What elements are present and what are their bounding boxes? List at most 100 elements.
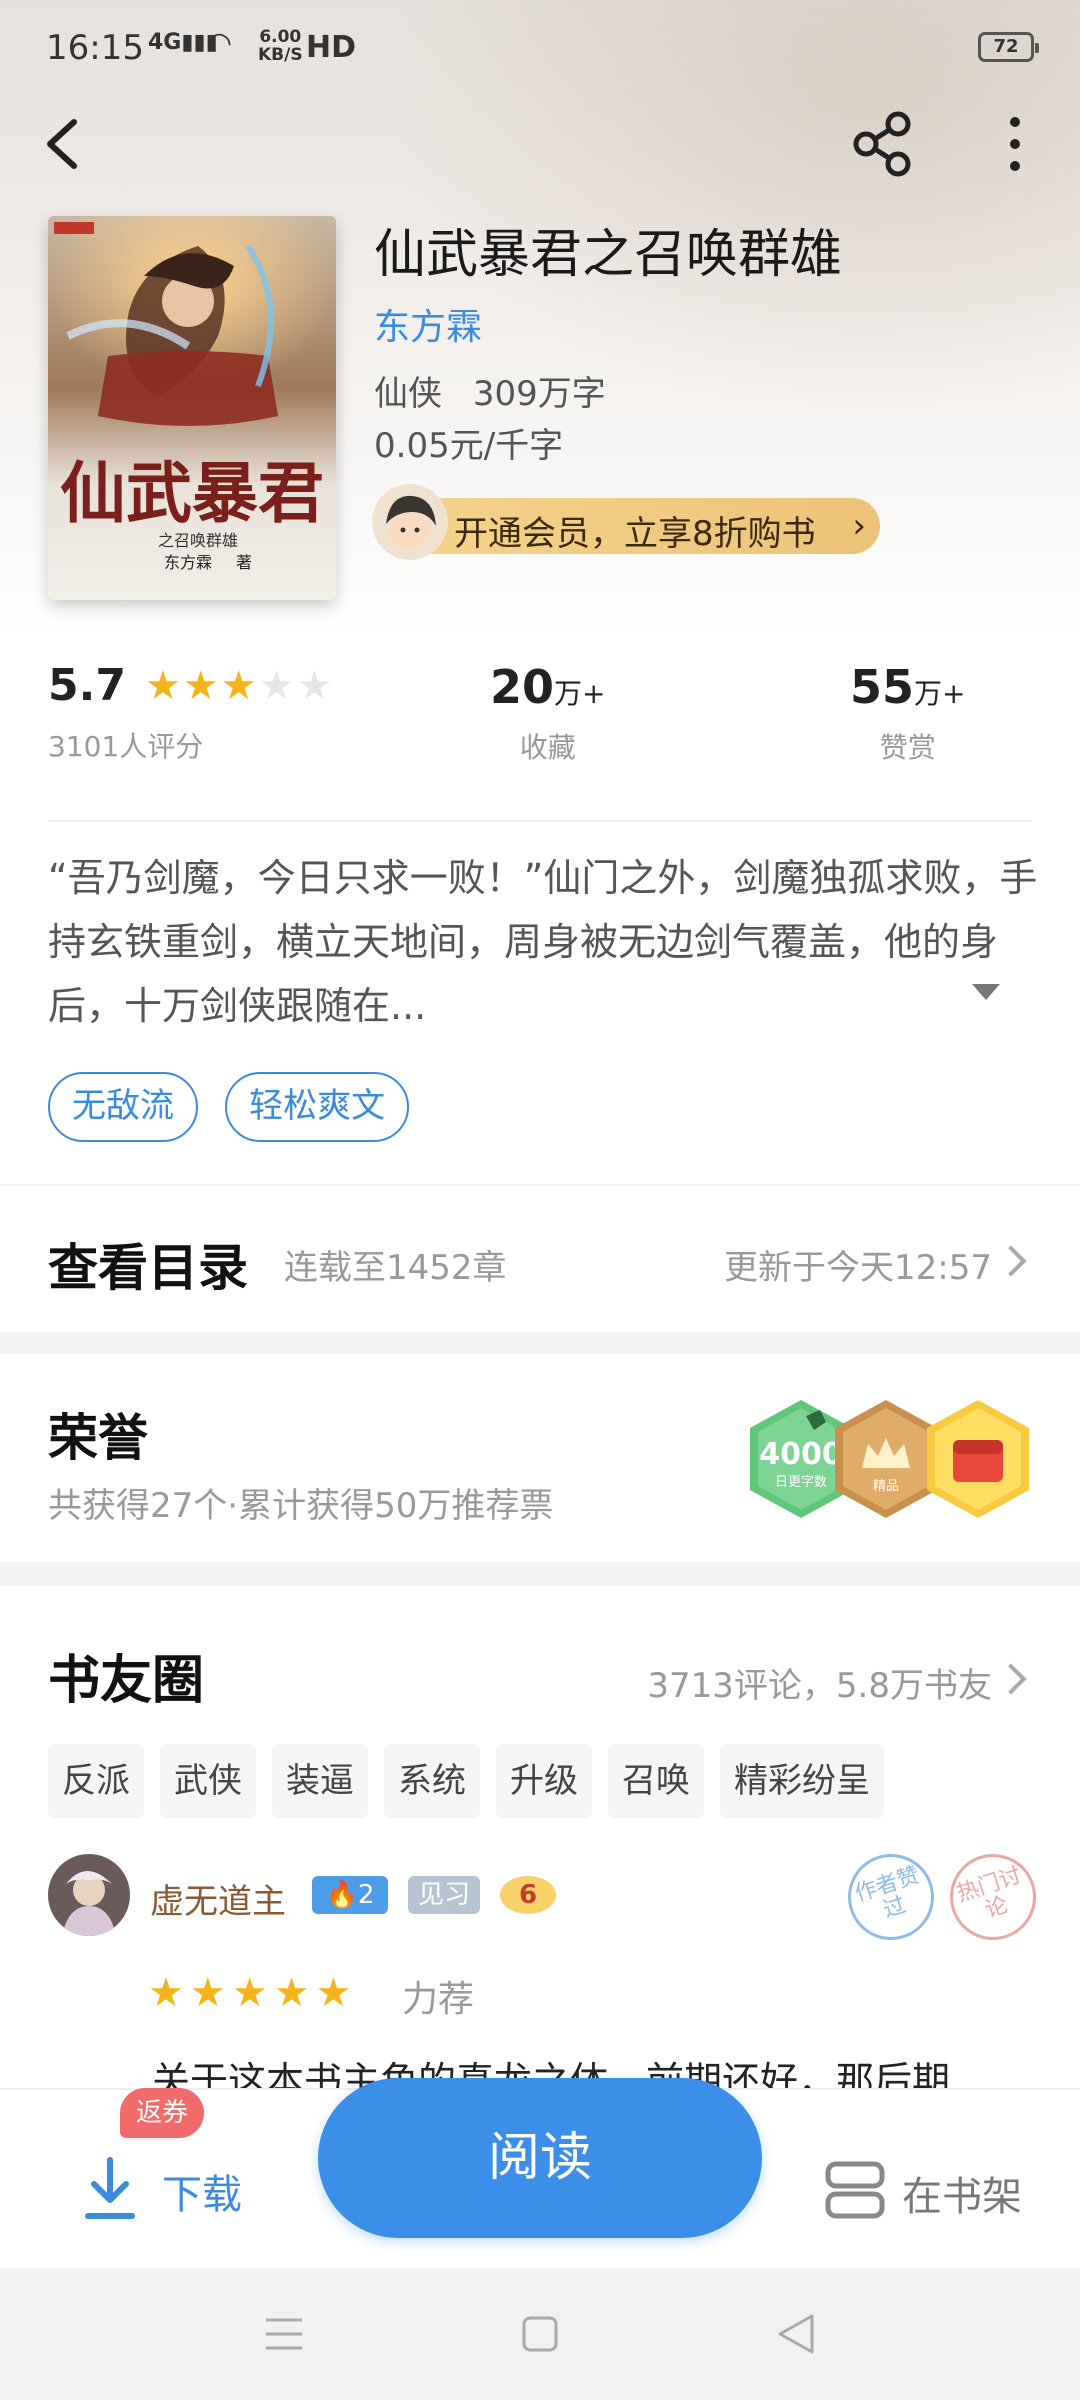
read-button[interactable]: 阅读 (318, 2078, 762, 2238)
net-speed-value: 6.00 (259, 27, 302, 47)
topic-chip[interactable]: 召唤 (608, 1744, 704, 1818)
cover-author: 东方霖 (164, 553, 212, 572)
fan-level-badge: 🔥2 (312, 1876, 388, 1914)
author-liked-stamp: 作者赞过 (836, 1842, 946, 1952)
medal-badge: 6 (500, 1876, 556, 1914)
wifi-icon: ◠ (206, 26, 233, 61)
star-icon: ★ (145, 662, 183, 709)
topic-chip[interactable]: 装逼 (272, 1744, 368, 1818)
divider (48, 820, 1032, 822)
fire-icon: 🔥 (325, 1880, 358, 1910)
star-icon: ★ (220, 662, 259, 709)
post-username[interactable]: 虚无道主 (150, 1874, 286, 1923)
reward-unit: 万+ (914, 677, 966, 710)
stats-row: 5.7 ★★★★★ 3101人评分 20万+ 收藏 55万+ 赞赏 (0, 660, 1080, 790)
reward-label: 赞赏 (879, 731, 936, 764)
home-icon[interactable] (520, 2314, 560, 2354)
post-recommend: 力荐 (402, 1979, 475, 2020)
coupon-badge: 返券 (120, 2088, 205, 2138)
collect-unit: 万+ (554, 677, 606, 710)
topic-chip[interactable]: 武侠 (160, 1744, 256, 1818)
topic-chip[interactable]: 升级 (496, 1744, 592, 1818)
reward-stat: 55万+ 赞赏 (850, 660, 965, 766)
book-detail-page: 16:15 4G▮▮▮ ◠ 6.00 KB/S HD 72 仙武暴君 之召唤群雄… (0, 0, 1080, 2400)
circle-title: 书友圈 (48, 1650, 205, 1711)
book-meta: 仙侠 309万字 (374, 366, 626, 415)
share-button[interactable] (848, 108, 918, 178)
book-title: 仙武暴君之召唤群雄 (374, 225, 843, 285)
toc-status: 连载至1452章 (284, 1248, 507, 1288)
expand-arrow-icon[interactable] (972, 984, 1000, 1000)
net-speed-unit: KB/S (258, 45, 303, 65)
collect-label: 收藏 (519, 731, 576, 764)
download-button[interactable]: 下载 (80, 2154, 280, 2234)
back-nav-icon[interactable] (774, 2312, 818, 2356)
avatar[interactable] (48, 1854, 130, 1936)
cover-big-title: 仙武暴君 (60, 454, 324, 532)
book-author-link[interactable]: 东方霖 (374, 298, 482, 350)
toc-row[interactable]: 查看目录 连载至1452章 更新于今天12:57 (0, 1184, 1080, 1332)
star-icon: ★ (315, 1970, 358, 2016)
chevron-right-icon: › (852, 506, 866, 546)
vip-avatar-icon (372, 484, 448, 560)
tag-chip[interactable]: 轻松爽文 (225, 1072, 410, 1142)
rating-score: 5.7 (48, 660, 126, 711)
star-icon: ★ (258, 662, 297, 709)
more-button[interactable] (990, 108, 1040, 178)
more-vertical-icon (1010, 117, 1020, 171)
collect-value: 20 (490, 660, 555, 714)
rank-badge: 见习 (408, 1876, 480, 1914)
star-icon: ★ (182, 662, 221, 709)
book-price: 0.05元/千字 (374, 426, 564, 466)
hd-indicator: HD (306, 30, 357, 65)
status-bar: 16:15 4G▮▮▮ ◠ 6.00 KB/S HD 72 (0, 0, 1080, 100)
book-circle-section: 书友圈 3713评论，5.8万书友 反派 武侠 装逼 系统 升级 召唤 精彩纷呈 虚无道主 … (0, 1586, 1080, 2103)
battery-icon: 72 (978, 32, 1039, 62)
chevron-right-icon (995, 1245, 1027, 1277)
star-icon: ★ (189, 1970, 232, 2016)
vip-promo-button[interactable]: 开通会员，立享8折购书 › (372, 484, 880, 560)
bookshelf-label: 在书架 (902, 2174, 1022, 2220)
topic-chip[interactable]: 精彩纷呈 (720, 1744, 884, 1818)
section-separator (0, 1332, 1080, 1354)
honor-row[interactable]: 荣誉 共获得27个·累计获得50万推荐票 4000 日更字数 精品 (0, 1354, 1080, 1562)
book-cover[interactable]: 仙武暴君 之召唤群雄 东方霖 著 (48, 216, 336, 600)
topic-chip[interactable]: 系统 (384, 1744, 480, 1818)
star-icon: ★ (231, 1970, 274, 2016)
book-description[interactable]: “吾乃剑魔，今日只求一败！”仙门之外，剑魔独孤求败，手持玄铁重剑，横立天地间，周… (48, 846, 1038, 1038)
tag-chip[interactable]: 无敌流 (48, 1072, 198, 1142)
toc-updated: 更新于今天12:57 (724, 1248, 992, 1288)
cover-author-suffix: 著 (236, 553, 252, 572)
reward-value: 55 (850, 660, 915, 714)
back-arrow-icon (47, 119, 77, 169)
bookshelf-icon (825, 2161, 885, 2219)
status-time: 16:15 (46, 28, 144, 68)
download-icon (85, 2157, 135, 2219)
topic-chips: 反派 武侠 装逼 系统 升级 召唤 精彩纷呈 (48, 1744, 900, 1818)
cover-subtitle: 之召唤群雄 (158, 531, 238, 550)
crown-badge-icon: 精品 (835, 1400, 937, 1518)
toc-title: 查看目录 (48, 1238, 248, 1297)
post-stars: ★★★★★ (148, 1970, 357, 2016)
menu-icon[interactable] (262, 2314, 306, 2354)
star-icon: ★ (296, 662, 335, 709)
honor-badges: 4000 日更字数 精品 (746, 1398, 1036, 1524)
system-nav-bar (0, 2268, 1080, 2400)
network-type: 4G (148, 30, 182, 55)
badge-label: 日更字数 (775, 1475, 827, 1490)
badge-value: 4000 (759, 1437, 843, 1472)
hot-discussion-stamp: 热门讨论 (938, 1842, 1048, 1952)
section-separator (0, 1562, 1080, 1586)
star-icon: ★ (148, 1970, 190, 2016)
bookshelf-button[interactable]: 在书架 (822, 2148, 1062, 2238)
topic-chip[interactable]: 反派 (48, 1744, 144, 1818)
rating-stars: ★★★★★ (145, 663, 334, 709)
chevron-right-icon (995, 1663, 1027, 1695)
rating-block[interactable]: 5.7 ★★★★★ 3101人评分 (48, 660, 334, 765)
book-genre: 仙侠 (374, 374, 442, 414)
star-icon: ★ (273, 1970, 316, 2016)
share-icon (853, 111, 911, 177)
back-button[interactable] (38, 108, 98, 178)
red-packet-badge-icon (927, 1400, 1029, 1518)
circle-summary-link[interactable]: 3713评论，5.8万书友 (647, 1658, 992, 1707)
